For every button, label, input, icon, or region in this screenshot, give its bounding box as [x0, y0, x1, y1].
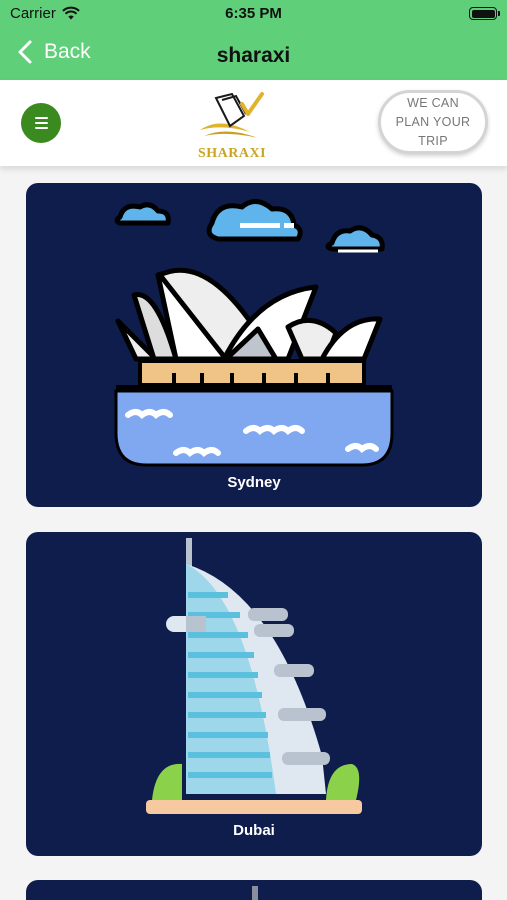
logo-emblem-icon	[200, 92, 264, 138]
sharaxi-logo: SHARAXI	[192, 86, 272, 162]
city-name: Dubai	[233, 822, 275, 839]
plan-button-line: TRIP	[418, 133, 448, 148]
status-time: 6:35 PM	[225, 5, 282, 22]
page-title: sharaxi	[216, 44, 291, 67]
city-card-sydney[interactable]: Sydney	[26, 183, 482, 507]
plan-button-line: PLAN YOUR	[395, 114, 471, 129]
app-header: SHARAXI WE CAN PLAN YOUR TRIP	[0, 80, 507, 166]
navigation-bar: Carrier 6:35 PM Back sharaxi	[0, 0, 507, 80]
plan-your-trip-button[interactable]: WE CAN PLAN YOUR TRIP	[378, 90, 488, 154]
city-card-dubai[interactable]: Dubai	[26, 532, 482, 856]
burj-al-arab-icon	[146, 538, 362, 814]
logo-text: SHARAXI	[197, 146, 267, 161]
city-card[interactable]	[26, 880, 482, 900]
sydney-opera-house-icon	[114, 199, 394, 467]
status-bar: Carrier 6:35 PM	[0, 0, 507, 28]
plan-button-line: WE CAN	[407, 95, 459, 110]
city-name: Sydney	[227, 474, 281, 491]
battery-icon	[469, 7, 500, 20]
menu-button[interactable]	[21, 103, 61, 143]
hamburger-icon	[34, 117, 48, 119]
